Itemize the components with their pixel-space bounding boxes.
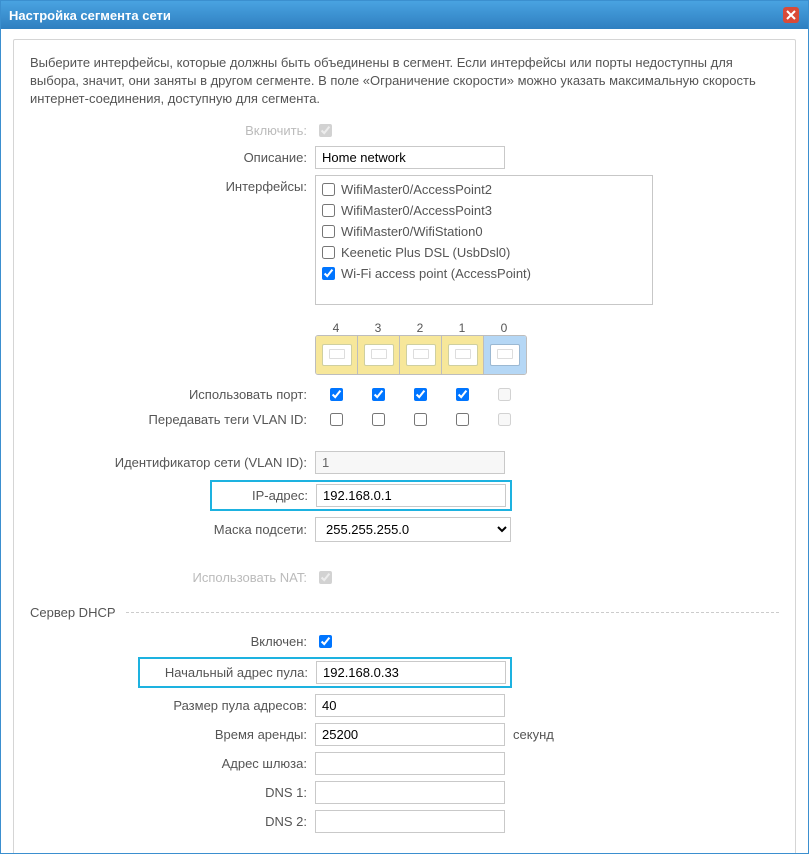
lease-unit: секунд: [513, 727, 554, 742]
label-use-nat: Использовать NAT:: [30, 570, 315, 585]
interface-label: WifiMaster0/AccessPoint2: [341, 182, 492, 197]
dns1-input[interactable]: [315, 781, 505, 804]
vlan-tag-checkbox[interactable]: [330, 413, 343, 426]
interface-item[interactable]: WifiMaster0/AccessPoint2: [320, 179, 648, 200]
label-dns2: DNS 2:: [30, 814, 315, 829]
port-number: 4: [315, 321, 357, 335]
port-number: 3: [357, 321, 399, 335]
port-diagram: 43210: [315, 321, 527, 375]
lease-time-input[interactable]: [315, 723, 505, 746]
use-port-checkbox[interactable]: [330, 388, 343, 401]
pool-start-input[interactable]: [316, 661, 506, 684]
port-number: 0: [483, 321, 525, 335]
use-nat-checkbox: [319, 571, 332, 584]
label-gateway: Адрес шлюза:: [30, 756, 315, 771]
dialog-body: Выберите интерфейсы, которые должны быть…: [1, 29, 808, 853]
port-number: 2: [399, 321, 441, 335]
vlan-id-input[interactable]: [315, 451, 505, 474]
enable-checkbox: [319, 124, 332, 137]
use-port-checkbox: [498, 388, 511, 401]
label-vlan-id: Идентификатор сети (VLAN ID):: [30, 455, 315, 470]
interface-item[interactable]: WifiMaster0/AccessPoint3: [320, 200, 648, 221]
vlan-tag-checkbox: [498, 413, 511, 426]
use-port-checkbox[interactable]: [372, 388, 385, 401]
interface-label: Keenetic Plus DSL (UsbDsl0): [341, 245, 510, 260]
interface-checkbox[interactable]: [322, 183, 335, 196]
interface-item[interactable]: Wi-Fi access point (AccessPoint): [320, 263, 648, 284]
port-4-icon: [316, 336, 358, 374]
dialog-segment-settings: Настройка сегмента сети Выберите интерфе…: [0, 0, 809, 854]
gateway-input[interactable]: [315, 752, 505, 775]
port-3-icon: [358, 336, 400, 374]
interfaces-list[interactable]: WifiMaster0/AccessPoint2 WifiMaster0/Acce…: [315, 175, 653, 305]
intro-text: Выберите интерфейсы, которые должны быть…: [30, 54, 779, 109]
port-1-icon: [442, 336, 484, 374]
use-port-row: [315, 385, 779, 404]
label-mask: Маска подсети:: [30, 522, 315, 537]
label-dhcp-enabled: Включен:: [30, 634, 315, 649]
titlebar: Настройка сегмента сети: [1, 1, 808, 29]
use-port-checkbox[interactable]: [414, 388, 427, 401]
interface-checkbox[interactable]: [322, 204, 335, 217]
vlan-tag-checkbox[interactable]: [372, 413, 385, 426]
ip-row-highlight: IP-адрес:: [210, 480, 512, 511]
pool-size-input[interactable]: [315, 694, 505, 717]
vlan-tag-checkbox[interactable]: [414, 413, 427, 426]
interface-item[interactable]: WifiMaster0/WifiStation0: [320, 221, 648, 242]
label-use-port: Использовать порт:: [30, 387, 315, 402]
label-dns1: DNS 1:: [30, 785, 315, 800]
subnet-mask-select[interactable]: 255.255.255.0: [315, 517, 511, 542]
dialog-title: Настройка сегмента сети: [9, 8, 171, 23]
close-icon[interactable]: [782, 6, 800, 24]
interface-label: WifiMaster0/AccessPoint3: [341, 203, 492, 218]
label-description: Описание:: [30, 150, 315, 165]
port-0-icon: [484, 336, 526, 374]
label-enable: Включить:: [30, 123, 315, 138]
label-ip: IP-адрес:: [216, 488, 316, 503]
interface-item[interactable]: Keenetic Plus DSL (UsbDsl0): [320, 242, 648, 263]
interface-checkbox[interactable]: [322, 225, 335, 238]
dhcp-enabled-checkbox[interactable]: [319, 635, 332, 648]
label-pool-start: Начальный адрес пула:: [144, 665, 316, 680]
port-number: 1: [441, 321, 483, 335]
label-lease: Время аренды:: [30, 727, 315, 742]
description-input[interactable]: [315, 146, 505, 169]
ip-address-input[interactable]: [316, 484, 506, 507]
interface-checkbox[interactable]: [322, 267, 335, 280]
pool-start-row-highlight: Начальный адрес пула:: [138, 657, 512, 688]
label-vlan-tag: Передавать теги VLAN ID:: [30, 412, 315, 427]
dhcp-section-title: Сервер DHCP: [30, 605, 779, 620]
vlan-tag-row: [315, 410, 779, 429]
dns2-input[interactable]: [315, 810, 505, 833]
use-port-checkbox[interactable]: [456, 388, 469, 401]
interface-label: Wi-Fi access point (AccessPoint): [341, 266, 531, 281]
label-interfaces: Интерфейсы:: [30, 175, 315, 194]
label-pool-size: Размер пула адресов:: [30, 698, 315, 713]
interface-checkbox[interactable]: [322, 246, 335, 259]
vlan-tag-checkbox[interactable]: [456, 413, 469, 426]
interface-label: WifiMaster0/WifiStation0: [341, 224, 483, 239]
port-2-icon: [400, 336, 442, 374]
